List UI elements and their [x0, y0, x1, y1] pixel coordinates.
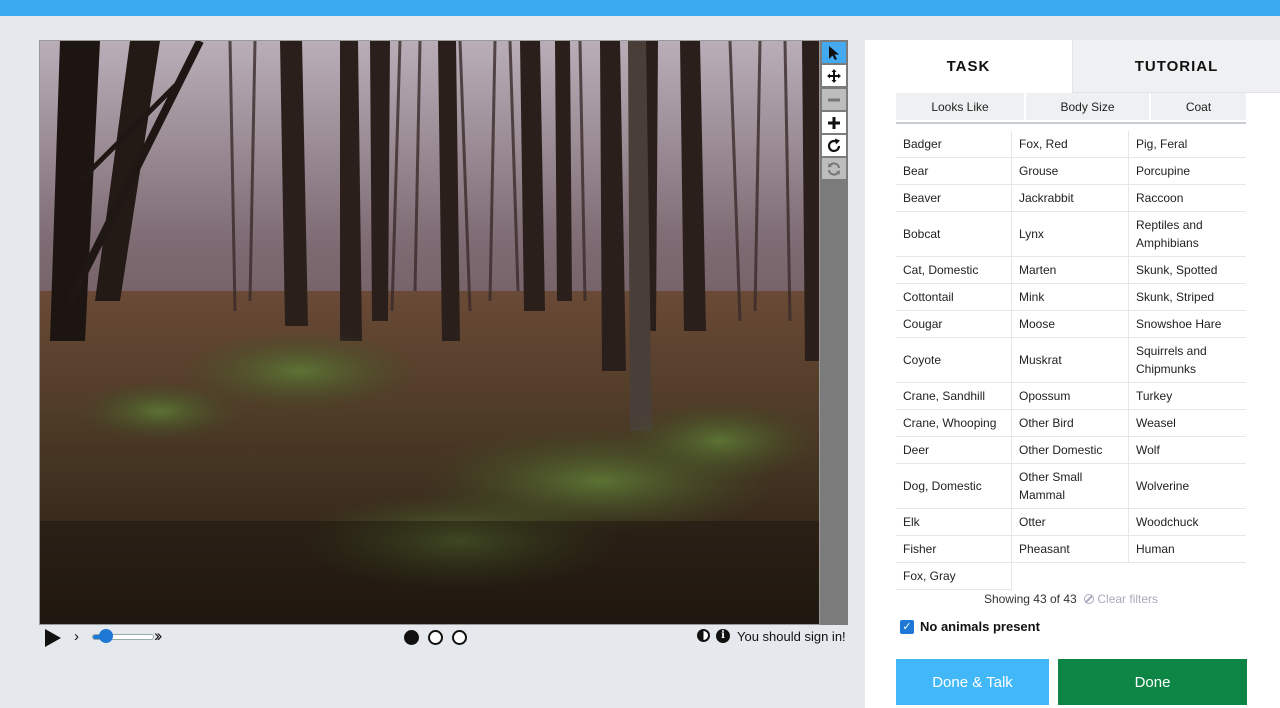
step-forward-icon[interactable]: ›	[74, 628, 79, 645]
zoom-in-icon	[828, 116, 840, 129]
choice-fox-red[interactable]: Fox, Red	[1012, 131, 1129, 158]
choice-mink[interactable]: Mink	[1012, 284, 1129, 311]
rotate-button[interactable]	[822, 135, 846, 156]
sign-in-notice: You should sign in!	[737, 629, 846, 644]
choice-reptiles-and-amphibians[interactable]: Reptiles and Amphibians	[1129, 212, 1246, 257]
frame-dot-2[interactable]	[428, 630, 443, 645]
choice-bear[interactable]: Bear	[896, 158, 1012, 185]
choice-wolverine[interactable]: Wolverine	[1129, 464, 1246, 509]
no-animals-checkbox[interactable]: ✓	[900, 619, 914, 634]
choice-skunk-spotted[interactable]: Skunk, Spotted	[1129, 257, 1246, 284]
choice-wolf[interactable]: Wolf	[1129, 437, 1246, 464]
choice-pheasant[interactable]: Pheasant	[1012, 536, 1129, 563]
choice-grouse[interactable]: Grouse	[1012, 158, 1129, 185]
zoom-out-button[interactable]	[822, 89, 846, 110]
choice-otter[interactable]: Otter	[1012, 509, 1129, 536]
choice-lynx[interactable]: Lynx	[1012, 212, 1129, 257]
frame-dot-1[interactable]	[404, 630, 419, 645]
choice-other-domestic[interactable]: Other Domestic	[1012, 437, 1129, 464]
choice-bobcat[interactable]: Bobcat	[896, 212, 1012, 257]
showing-count: Showing 43 of 43	[983, 592, 1077, 606]
play-icon[interactable]	[45, 629, 61, 647]
choice-opossum[interactable]: Opossum	[1012, 383, 1129, 410]
info-icon[interactable]: i	[716, 629, 730, 643]
choice-skunk-striped[interactable]: Skunk, Striped	[1129, 284, 1246, 311]
forest-photo	[40, 41, 819, 624]
reset-icon	[828, 161, 840, 176]
choice-woodchuck[interactable]: Woodchuck	[1129, 509, 1246, 536]
top-bar	[0, 0, 1280, 16]
tab-task[interactable]: TASK	[865, 40, 1072, 93]
choice-dog-domestic[interactable]: Dog, Domestic	[896, 464, 1012, 509]
pointer-icon	[829, 45, 839, 60]
no-animals-label: No animals present	[920, 619, 1040, 634]
subject-image[interactable]	[39, 40, 820, 625]
fast-forward-icon[interactable]: ››	[154, 626, 163, 646]
no-animals-option[interactable]: ✓ No animals present	[900, 619, 1040, 634]
choice-fox-gray[interactable]: Fox, Gray	[896, 563, 1012, 590]
zoom-in-button[interactable]	[822, 112, 846, 133]
choice-elk[interactable]: Elk	[896, 509, 1012, 536]
choice-moose[interactable]: Moose	[1012, 311, 1129, 338]
choice-fisher[interactable]: Fisher	[896, 536, 1012, 563]
choice-crane-whooping[interactable]: Crane, Whooping	[896, 410, 1012, 437]
pointer-tool-button[interactable]	[822, 42, 846, 63]
choice-deer[interactable]: Deer	[896, 437, 1012, 464]
image-toolbar	[820, 40, 848, 625]
choice-jackrabbit[interactable]: Jackrabbit	[1012, 185, 1129, 212]
move-icon	[827, 68, 841, 83]
filter-body-size[interactable]: Body Size	[1026, 93, 1149, 120]
choice-cat-domestic[interactable]: Cat, Domestic	[896, 257, 1012, 284]
tab-tutorial[interactable]: TUTORIAL	[1072, 40, 1280, 93]
choice-turkey[interactable]: Turkey	[1129, 383, 1246, 410]
choice-squirrels-and-chipmunks[interactable]: Squirrels and Chipmunks	[1129, 338, 1246, 383]
choice-human[interactable]: Human	[1129, 536, 1246, 563]
filter-bar: Looks Like Body Size Coat	[896, 93, 1246, 124]
choice-coyote[interactable]: Coyote	[896, 338, 1012, 383]
choice-badger[interactable]: Badger	[896, 131, 1012, 158]
choice-snowshoe-hare[interactable]: Snowshoe Hare	[1129, 311, 1246, 338]
choice-raccoon[interactable]: Raccoon	[1129, 185, 1246, 212]
done-and-talk-button[interactable]: Done & Talk	[896, 659, 1049, 705]
speed-slider-thumb[interactable]	[99, 629, 114, 643]
choice-cottontail[interactable]: Cottontail	[896, 284, 1012, 311]
rotate-icon	[827, 138, 841, 152]
contrast-icon[interactable]	[697, 629, 710, 642]
reset-button[interactable]	[822, 158, 846, 179]
choice-beaver[interactable]: Beaver	[896, 185, 1012, 212]
choice-weasel[interactable]: Weasel	[1129, 410, 1246, 437]
clear-filters-button[interactable]: Clear filters	[1097, 592, 1158, 606]
done-button[interactable]: Done	[1058, 659, 1247, 705]
filter-looks-like[interactable]: Looks Like	[896, 93, 1024, 120]
choice-pig-feral[interactable]: Pig, Feral	[1129, 131, 1246, 158]
frame-player: › ›› i You should sign in!	[39, 626, 849, 648]
choice-cougar[interactable]: Cougar	[896, 311, 1012, 338]
zoom-out-icon	[828, 98, 840, 101]
choice-crane-sandhill[interactable]: Crane, Sandhill	[896, 383, 1012, 410]
choices-count: Showing 43 of 43 Clear filters	[896, 592, 1246, 606]
filter-coat[interactable]: Coat	[1151, 93, 1246, 120]
choice-other-small-mammal[interactable]: Other Small Mammal	[1012, 464, 1129, 509]
choice-porcupine[interactable]: Porcupine	[1129, 158, 1246, 185]
choice-marten[interactable]: Marten	[1012, 257, 1129, 284]
choice-muskrat[interactable]: Muskrat	[1012, 338, 1129, 383]
frame-dot-3[interactable]	[452, 630, 467, 645]
clear-icon	[1084, 594, 1095, 604]
task-panel: TASK TUTORIAL Looks Like Body Size Coat …	[865, 40, 1280, 708]
choice-other-bird[interactable]: Other Bird	[1012, 410, 1129, 437]
move-tool-button[interactable]	[822, 65, 846, 86]
